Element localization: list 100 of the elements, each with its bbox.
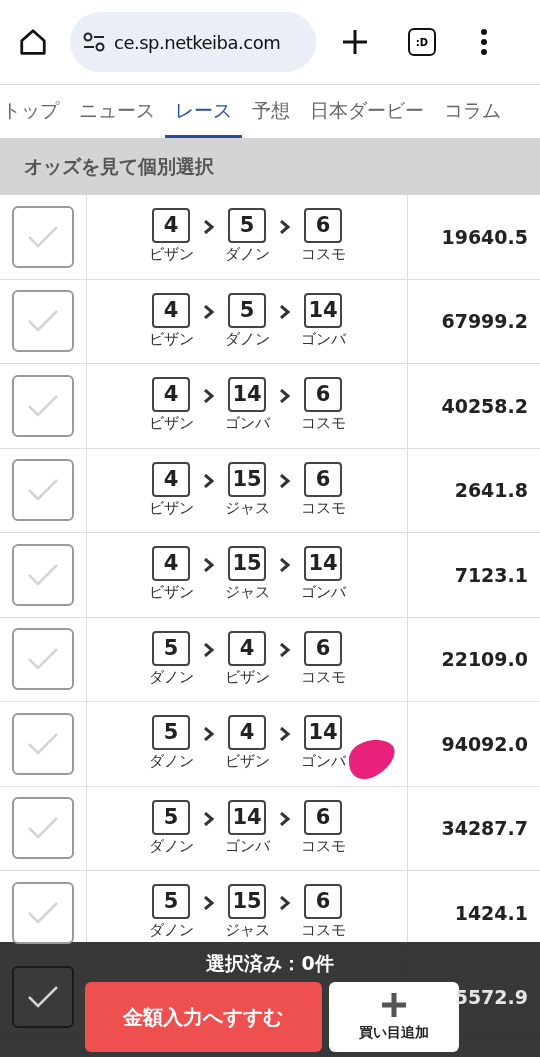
- horse-number: 14: [304, 292, 342, 328]
- horse-name: コスモ: [300, 920, 346, 942]
- chevron-right-icon: [279, 642, 291, 657]
- horse-name: ゴンバ: [300, 751, 346, 773]
- checkbox[interactable]: [12, 628, 74, 691]
- odds-value: 7123.1: [454, 562, 528, 588]
- section-header: オッズを見て個別選択: [0, 138, 540, 195]
- horse-number: 4: [152, 377, 190, 413]
- chevron-right-icon: [203, 811, 215, 826]
- checkbox[interactable]: [12, 290, 74, 353]
- checkbox[interactable]: [12, 797, 74, 860]
- horse-name: ゴンバ: [224, 835, 270, 857]
- horse-name: ジャス: [224, 497, 270, 519]
- horse-name: ダノン: [148, 751, 194, 773]
- odds-value: 2641.8: [454, 478, 528, 503]
- nav-tab[interactable]: ニュース: [69, 85, 165, 138]
- chevron-right-icon: [279, 220, 291, 235]
- horse-number: 6: [304, 799, 342, 835]
- horse-name: ビザン: [148, 582, 194, 604]
- check-icon: [26, 392, 60, 419]
- odds-value: 40258.2: [441, 393, 528, 419]
- horse-name: ダノン: [148, 835, 194, 857]
- chevron-right-icon: [279, 558, 291, 573]
- checkbox[interactable]: [12, 966, 74, 1029]
- check-icon: [26, 223, 60, 250]
- plus-icon[interactable]: [342, 29, 368, 55]
- horse-number: 14: [228, 799, 266, 835]
- proceed-button[interactable]: 金額入力へすすむ: [84, 982, 322, 1052]
- chevron-right-icon: [203, 727, 215, 742]
- horse-name: ジャス: [224, 920, 270, 942]
- horse-name: ビザン: [224, 666, 270, 688]
- horse-name: ジャス: [224, 582, 270, 604]
- checkbox[interactable]: [12, 712, 74, 775]
- chevron-right-icon: [279, 896, 291, 911]
- url-text: ce.sp.netkeiba.com: [114, 30, 281, 55]
- checkbox[interactable]: [12, 459, 74, 522]
- menu-icon[interactable]: [480, 28, 488, 56]
- site-settings-icon[interactable]: [82, 31, 106, 53]
- horse-number: 5: [228, 208, 266, 244]
- odds-value: 67999.2: [441, 309, 528, 334]
- chevron-right-icon: [279, 473, 291, 488]
- horse-number: 4: [152, 461, 190, 497]
- checkbox[interactable]: [12, 205, 74, 268]
- horse-number: 6: [304, 377, 342, 413]
- horse-number: 14: [304, 715, 342, 751]
- chevron-right-icon: [203, 558, 215, 573]
- horse-number: 14: [304, 546, 342, 582]
- horse-number: 4: [228, 630, 266, 666]
- horse-name: ゴンバ: [224, 413, 270, 435]
- horse-number: 6: [304, 461, 342, 497]
- chevron-right-icon: [203, 473, 215, 488]
- add-selection-button[interactable]: 買い目追加: [328, 982, 459, 1052]
- tab-switcher-button[interactable]: :D: [408, 28, 436, 56]
- horse-name: ダノン: [224, 328, 270, 350]
- horse-name: コスモ: [300, 497, 346, 519]
- nav-tab[interactable]: 予想: [242, 85, 300, 138]
- horse-name: ダノン: [148, 920, 194, 942]
- horse-number: 5: [152, 799, 190, 835]
- nav-tab[interactable]: 日本ダービー: [300, 85, 434, 138]
- nav-tab[interactable]: トップ: [0, 85, 69, 138]
- horse-number: 4: [228, 715, 266, 751]
- horse-number: 5: [152, 884, 190, 920]
- odds-value: 19640.5: [441, 224, 528, 250]
- home-icon[interactable]: [18, 27, 48, 57]
- odds-value: 94092.0: [441, 731, 528, 757]
- chevron-right-icon: [279, 811, 291, 826]
- chevron-right-icon: [279, 389, 291, 404]
- check-icon: [26, 730, 60, 757]
- horse-number: 14: [228, 377, 266, 413]
- odds-value: 1424.1: [454, 900, 528, 926]
- horse-name: ゴンバ: [300, 582, 346, 604]
- checkbox[interactable]: [12, 881, 74, 944]
- horse-name: ダノン: [224, 244, 270, 266]
- horse-number: 6: [304, 884, 342, 920]
- horse-name: コスモ: [300, 413, 346, 435]
- check-icon: [26, 561, 60, 588]
- odds-value: 34287.7: [441, 816, 528, 841]
- chevron-right-icon: [203, 304, 215, 319]
- chevron-right-icon: [203, 896, 215, 911]
- checkbox[interactable]: [12, 374, 74, 437]
- horse-number: 4: [152, 208, 190, 244]
- horse-name: ビザン: [148, 328, 194, 350]
- checkbox[interactable]: [12, 543, 74, 606]
- horse-number: 15: [228, 884, 266, 920]
- chevron-right-icon: [279, 727, 291, 742]
- horse-number: 4: [152, 292, 190, 328]
- horse-number: 6: [304, 208, 342, 244]
- horse-name: ダノン: [148, 666, 194, 688]
- horse-name: コスモ: [300, 666, 346, 688]
- horse-name: ビザン: [224, 751, 270, 773]
- odds-value: 22109.0: [441, 647, 528, 672]
- chevron-right-icon: [279, 304, 291, 319]
- address-bar[interactable]: ce.sp.netkeiba.com: [70, 12, 316, 72]
- nav-tab[interactable]: コラム: [434, 85, 511, 138]
- check-icon: [26, 899, 60, 926]
- horse-number: 5: [152, 715, 190, 751]
- horse-number: 6: [304, 630, 342, 666]
- horse-number: 5: [228, 292, 266, 328]
- horse-number: 15: [228, 546, 266, 582]
- horse-name: コスモ: [300, 835, 346, 857]
